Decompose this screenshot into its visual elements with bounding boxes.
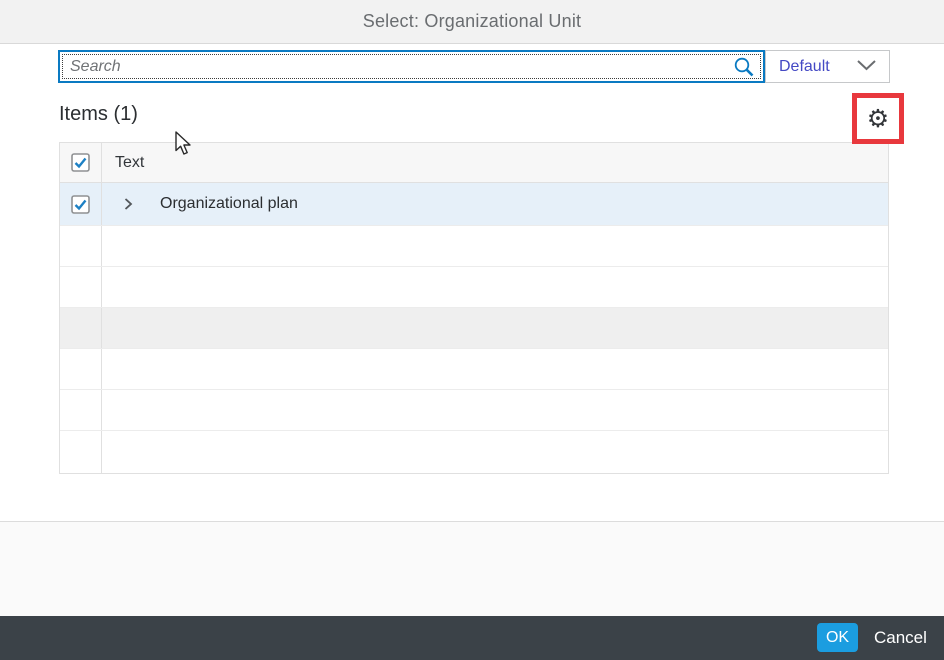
table-row-empty <box>60 267 888 308</box>
items-count-heading: Items (1) <box>59 103 138 126</box>
expand-chevron-icon[interactable] <box>120 196 136 212</box>
selected-items-panel: Selected Items (2) Organizational plan ⊗… <box>0 521 944 616</box>
table-row-empty <box>60 349 888 390</box>
select-all-cell <box>60 143 102 182</box>
variant-selected-value: Default <box>779 58 856 76</box>
chevron-down-icon <box>856 58 877 76</box>
ok-button[interactable]: OK <box>817 623 858 652</box>
table-row-empty <box>60 431 888 473</box>
select-all-checkbox[interactable] <box>71 153 90 172</box>
table-row-empty <box>60 226 888 267</box>
gear-icon: ⚙ <box>867 106 889 131</box>
items-table: Text Organizational plan <box>59 142 889 474</box>
row-checkbox[interactable] <box>71 195 90 214</box>
table-row-empty <box>60 308 888 349</box>
dialog-title: Select: Organizational Unit <box>363 11 582 32</box>
row-label: Organizational plan <box>160 195 298 213</box>
row-checkbox-cell <box>60 183 102 225</box>
table-row-empty <box>60 390 888 431</box>
dialog-footer: OK Cancel <box>0 616 944 660</box>
cancel-button[interactable]: Cancel <box>868 623 940 652</box>
settings-button-highlight: ⚙ <box>852 93 904 144</box>
select-organizational-unit-dialog: Select: Organizational Unit Default Item… <box>0 0 944 660</box>
column-header-text[interactable]: Text <box>102 143 888 182</box>
search-icon[interactable] <box>731 55 757 79</box>
variant-select[interactable]: Default <box>765 50 890 83</box>
search-input[interactable] <box>58 50 765 83</box>
dialog-header: Select: Organizational Unit <box>0 0 944 44</box>
table-header-row: Text <box>60 143 888 183</box>
table-settings-button[interactable]: ⚙ <box>857 98 899 139</box>
table-row[interactable]: Organizational plan <box>60 183 888 226</box>
